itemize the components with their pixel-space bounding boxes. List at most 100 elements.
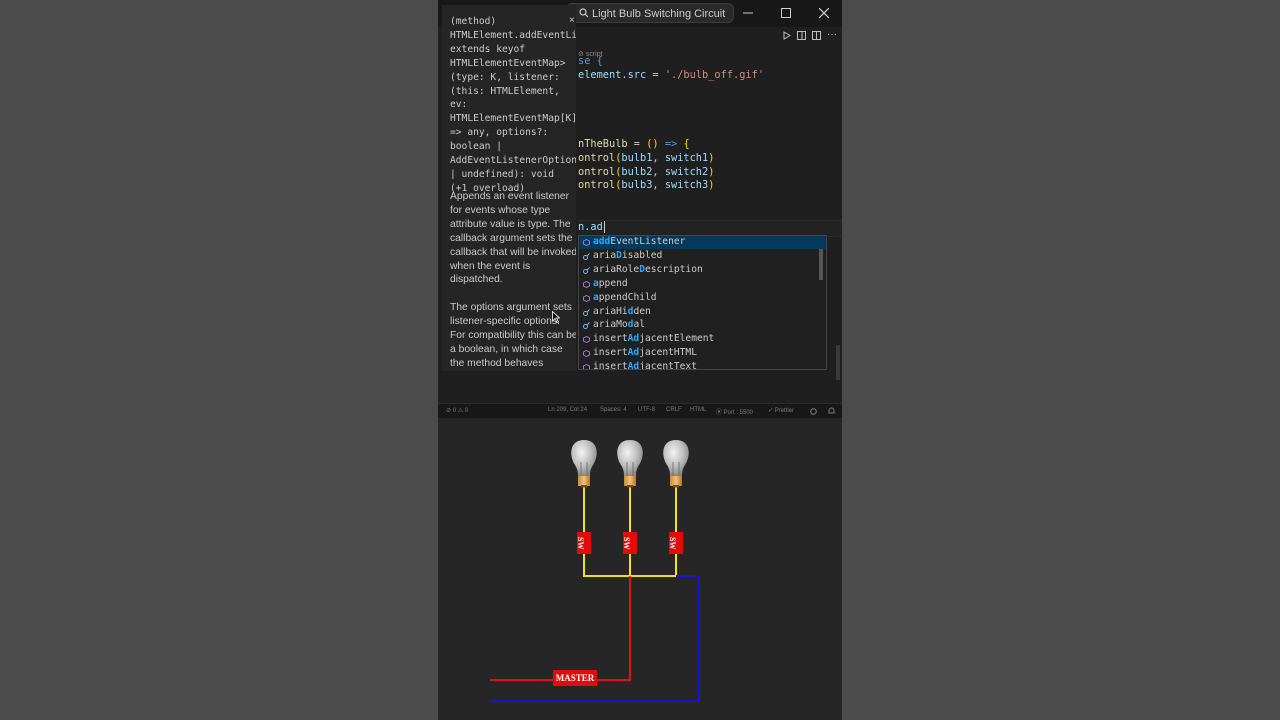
status-encoding[interactable]: UTF-8 <box>638 407 655 413</box>
suggestion-item[interactable]: appendChild <box>579 291 826 305</box>
branch-wires <box>583 486 699 577</box>
code-token: ontrol <box>578 179 616 191</box>
suggestion-item[interactable]: addEventListener <box>579 236 826 249</box>
suggestion-item[interactable]: ariaModal <box>579 318 826 332</box>
switch-2-label: SW <box>622 536 631 550</box>
command-center-search[interactable]: Light Bulb Switching Circuit <box>566 3 734 23</box>
suggestion-label-part: jacentElement <box>639 333 715 345</box>
suggestion-item[interactable]: insertAdjacentElement <box>579 332 826 346</box>
suggestion-label: ariaModal <box>593 318 645 332</box>
hover-signature: (method) HTMLElement.addEventListener<K … <box>450 16 576 194</box>
suggestion-item[interactable]: insertAdjacentHTML <box>579 346 826 360</box>
more-actions-button[interactable]: ··· <box>827 29 837 41</box>
suggestion-label: append <box>593 277 628 291</box>
hover-description-paragraph-1: Appends an event listener for events who… <box>450 191 576 286</box>
circuit-diagram: SW SW SW MASTER <box>438 418 842 720</box>
suggestion-label-part: ppen <box>598 291 622 303</box>
suggestion-label-part: ariaRole <box>593 263 640 275</box>
suggestion-label-part: Ad <box>627 361 640 370</box>
suggestion-label: insertAdjacentHTML <box>593 346 697 360</box>
autocomplete-suggestions[interactable]: addEventListener ariaDisabled ariaRoleDesc… <box>578 235 827 370</box>
switch-1-label: SW <box>576 536 585 550</box>
status-problems[interactable]: ⊘ 0 ⚠ 0 <box>446 407 468 414</box>
switch-1[interactable]: SW <box>576 532 591 554</box>
status-indentation[interactable]: Spaces: 4 <box>600 407 627 413</box>
suggestion-item[interactable]: ariaHidden <box>579 305 826 319</box>
accounts-icon[interactable] <box>810 408 817 415</box>
bulb-1[interactable] <box>571 440 597 488</box>
circuit-wiring <box>490 440 700 702</box>
code-line[interactable]: se { <box>578 54 603 68</box>
method-icon <box>583 238 590 247</box>
editor-scrollbar[interactable] <box>836 345 840 380</box>
live-wire <box>490 576 631 681</box>
code-token: ) <box>708 166 715 178</box>
switch-3[interactable]: SW <box>668 532 683 554</box>
code-token: n.ad <box>578 221 603 233</box>
code-line[interactable]: ontrol(bulb1, switch1) <box>578 151 714 165</box>
suggestion-label-part: al <box>633 319 645 331</box>
code-token: { <box>683 138 690 150</box>
code-token: nTheBulb <box>578 138 628 150</box>
switch-2[interactable]: SW <box>622 532 637 554</box>
suggestion-label-part: aria <box>593 249 617 261</box>
method-icon <box>583 335 590 344</box>
suggestion-item[interactable]: ariaRoleDescription <box>579 263 826 277</box>
code-token: ) <box>708 152 715 164</box>
master-switch[interactable]: MASTER <box>553 670 597 686</box>
suggestion-label-part: ariaHi <box>593 305 628 317</box>
ellipsis-icon: ··· <box>827 29 837 40</box>
run-button[interactable] <box>783 31 791 43</box>
maximize-button[interactable] <box>776 4 796 22</box>
status-live-server-port[interactable]: ⦿ Port : 5500 <box>716 407 753 416</box>
suggestion-label-part: dChild <box>621 291 657 303</box>
code-token: './bulb_off.gif' <box>664 69 765 81</box>
suggestion-label: ariaRoleDescription <box>593 263 703 277</box>
code-token: se { <box>578 55 603 67</box>
split-editor-icon <box>812 31 821 40</box>
play-icon <box>783 31 791 40</box>
suggestion-item[interactable]: insertAdjacentText <box>579 360 826 370</box>
suggestion-label: ariaDisabled <box>593 249 662 263</box>
code-line[interactable]: element.src = './bulb_off.gif' <box>578 68 764 82</box>
hover-close-button[interactable]: × <box>569 15 575 26</box>
code-token: () <box>646 138 659 150</box>
close-icon <box>818 7 830 19</box>
suggestion-item[interactable]: append <box>579 277 826 291</box>
status-cursor-position[interactable]: Ln 209, Col 24 <box>548 407 587 413</box>
hover-documentation-popup: (method) HTMLElement.addEventListener<K … <box>442 5 576 371</box>
property-icon <box>583 321 590 330</box>
open-preview-button[interactable] <box>797 31 806 43</box>
code-line[interactable]: ontrol(bulb3, switch3) <box>578 178 714 192</box>
vscode-window: Light Bulb Switching Circuit ··· ⊘ scrip… <box>438 0 842 418</box>
code-line[interactable]: n.ad <box>578 220 605 234</box>
close-window-button[interactable] <box>814 4 834 22</box>
code-token: src <box>627 69 647 81</box>
status-formatter[interactable]: ✓ Prettier <box>768 407 794 414</box>
code-token: , <box>652 179 665 191</box>
code-token: , <box>652 166 665 178</box>
code-line[interactable]: ontrol(bulb2, switch2) <box>578 165 714 179</box>
status-language[interactable]: HTML <box>690 407 706 413</box>
code-token: , <box>652 152 665 164</box>
right-letterbox <box>842 0 1280 720</box>
status-eol[interactable]: CRLF <box>666 407 682 413</box>
code-line[interactable]: nTheBulb = () => { <box>578 137 690 151</box>
code-token: switch1 <box>664 152 709 164</box>
suggestion-label-part: escription <box>645 263 703 275</box>
bulb-2[interactable] <box>617 440 643 488</box>
notifications-bell-icon[interactable] <box>828 407 835 415</box>
split-editor-button[interactable] <box>812 31 821 43</box>
property-icon <box>583 308 590 316</box>
property-icon <box>583 252 590 260</box>
method-icon <box>583 280 590 288</box>
suggestion-item[interactable]: ariaDisabled <box>579 249 826 263</box>
code-token: bulb3 <box>621 179 653 191</box>
suggestion-label: appendChild <box>593 291 657 305</box>
suggestion-label-part: EventListener <box>610 236 686 247</box>
switch-3-label: SW <box>668 536 677 550</box>
bulb-3[interactable] <box>663 440 689 488</box>
search-icon <box>579 8 589 18</box>
minimize-button[interactable] <box>738 4 758 22</box>
code-token: bulb2 <box>621 166 653 178</box>
